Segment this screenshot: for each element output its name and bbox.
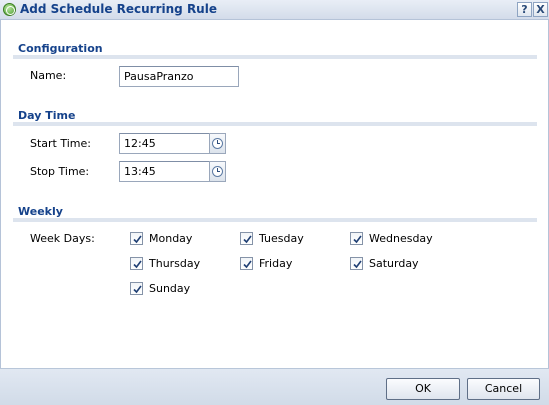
- checkmark-icon: [243, 235, 252, 244]
- checkmark-icon: [353, 235, 362, 244]
- day-label: Friday: [259, 257, 293, 270]
- stop-time-input[interactable]: [119, 161, 210, 182]
- title-bar[interactable]: Add Schedule Recurring Rule ? X: [0, 0, 549, 20]
- weekly-header: Weekly: [18, 205, 63, 218]
- start-time-picker[interactable]: [209, 133, 226, 154]
- dialog-left-border: [0, 20, 1, 368]
- day-label: Tuesday: [259, 232, 304, 245]
- checkmark-icon: [133, 235, 142, 244]
- day-label: Thursday: [149, 257, 201, 270]
- checkbox-sunday[interactable]: [130, 282, 143, 295]
- day-label: Wednesday: [369, 232, 433, 245]
- stop-time-label: Stop Time:: [30, 165, 90, 178]
- schedule-rule-dialog: Add Schedule Recurring Rule ? X Configur…: [0, 0, 549, 405]
- checkbox-friday[interactable]: [240, 257, 253, 270]
- stop-time-picker[interactable]: [209, 161, 226, 182]
- start-time-label: Start Time:: [30, 137, 91, 150]
- day-time-header: Day Time: [18, 109, 76, 122]
- checkbox-monday[interactable]: [130, 232, 143, 245]
- name-label: Name:: [30, 69, 67, 82]
- checkmark-icon: [353, 260, 362, 269]
- help-button[interactable]: ?: [517, 2, 532, 17]
- clock-icon: [212, 138, 223, 149]
- day-label: Sunday: [149, 282, 191, 295]
- name-input[interactable]: [119, 66, 239, 87]
- week-days-label: Week Days:: [30, 232, 95, 245]
- cancel-button[interactable]: Cancel: [467, 378, 540, 400]
- dialog-title: Add Schedule Recurring Rule: [20, 2, 217, 16]
- checkbox-tuesday[interactable]: [240, 232, 253, 245]
- configuration-header: Configuration: [18, 42, 103, 55]
- add-rule-icon: [3, 3, 16, 16]
- checkmark-icon: [243, 260, 252, 269]
- start-time-input[interactable]: [119, 133, 210, 154]
- checkmark-icon: [133, 260, 142, 269]
- configuration-divider: [13, 55, 537, 59]
- close-button[interactable]: X: [533, 2, 548, 17]
- checkbox-saturday[interactable]: [350, 257, 363, 270]
- checkbox-thursday[interactable]: [130, 257, 143, 270]
- clock-icon: [212, 166, 223, 177]
- dialog-footer: OK Cancel: [0, 368, 549, 405]
- day-label: Monday: [149, 232, 193, 245]
- day-time-divider: [13, 122, 537, 126]
- checkmark-icon: [133, 285, 142, 294]
- weekly-divider: [13, 218, 537, 222]
- day-label: Saturday: [369, 257, 419, 270]
- ok-button[interactable]: OK: [386, 378, 460, 400]
- checkbox-wednesday[interactable]: [350, 232, 363, 245]
